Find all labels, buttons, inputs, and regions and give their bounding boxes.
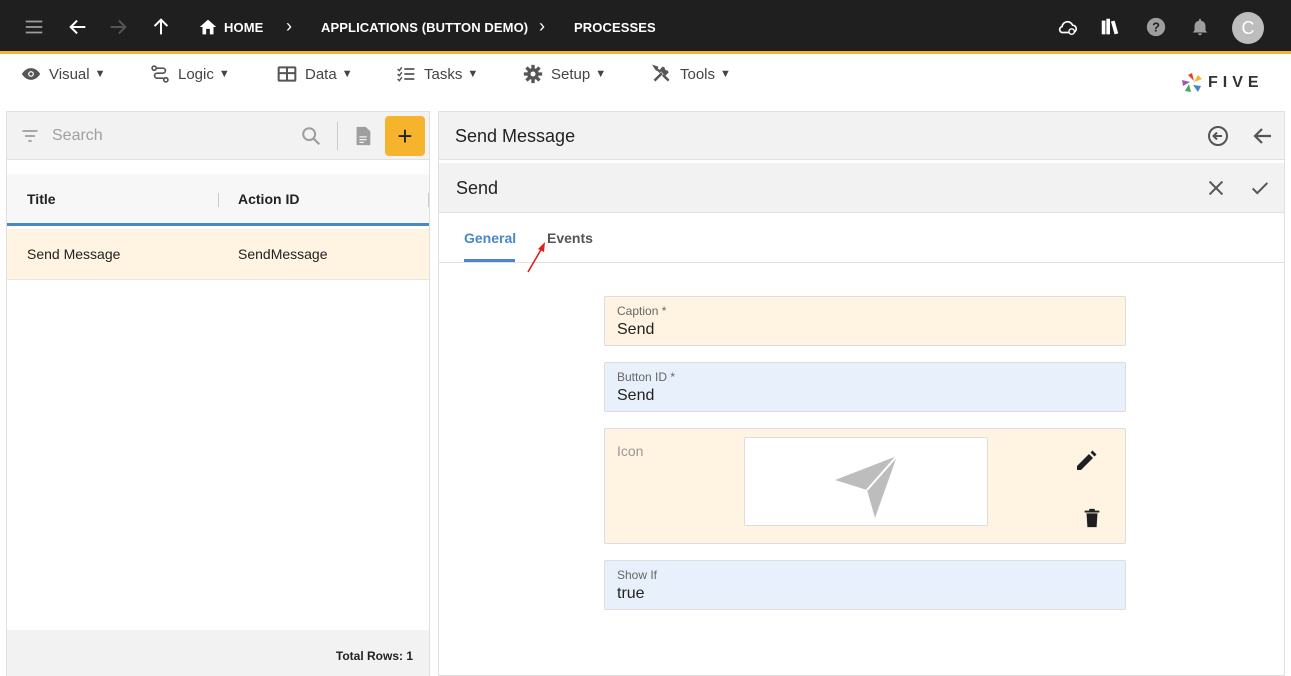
- chevron-right-icon: ›: [539, 16, 545, 36]
- list-panel: Search + Title Action ID Send Message Se…: [6, 111, 430, 676]
- home-icon[interactable]: [197, 16, 219, 38]
- svg-text:?: ?: [1152, 20, 1160, 35]
- button-id-field[interactable]: Button ID * Send: [604, 362, 1126, 412]
- form-header: Send: [439, 163, 1284, 213]
- cell-title: Send Message: [27, 246, 121, 262]
- column-separator: [218, 193, 219, 207]
- library-books-icon[interactable]: [1099, 16, 1121, 38]
- search-input[interactable]: Search: [52, 127, 103, 145]
- check-icon[interactable]: [1249, 177, 1271, 199]
- top-bar: HOME › APPLICATIONS (BUTTON DEMO) › PROC…: [0, 0, 1291, 54]
- annotation-arrow-icon: [527, 242, 545, 273]
- menu-visual[interactable]: Visual ▼: [21, 63, 105, 85]
- tab-general[interactable]: General: [464, 230, 516, 246]
- menu-data-label: Data: [305, 65, 337, 83]
- icon-label: Icon: [617, 443, 644, 459]
- help-icon[interactable]: ?: [1145, 16, 1167, 38]
- detail-panel: Send Message Send General Events Caption…: [438, 111, 1285, 676]
- filter-icon[interactable]: [19, 126, 41, 146]
- caption-label: Caption *: [617, 304, 667, 318]
- table-footer: Total Rows: 1: [7, 630, 429, 676]
- hamburger-menu-icon[interactable]: [23, 16, 45, 38]
- show-if-value: true: [617, 585, 645, 602]
- menu-logic[interactable]: Logic ▼: [150, 63, 230, 85]
- add-record-button[interactable]: +: [385, 116, 425, 156]
- column-header-action-id[interactable]: Action ID: [238, 191, 299, 207]
- chevron-right-icon: ›: [286, 16, 292, 36]
- menu-tasks[interactable]: Tasks ▼: [396, 63, 478, 85]
- active-tab-indicator: [464, 259, 515, 262]
- up-arrow-icon[interactable]: [150, 16, 172, 38]
- column-separator: [428, 193, 429, 207]
- button-id-value: Send: [617, 387, 655, 404]
- logo-text: FIVE: [1208, 74, 1264, 91]
- column-header-title[interactable]: Title: [27, 191, 56, 207]
- five-logo: FIVE: [1180, 71, 1264, 95]
- form-tabs: General Events: [439, 214, 1284, 263]
- breadcrumb-applications[interactable]: APPLICATIONS (BUTTON DEMO): [321, 20, 528, 35]
- show-if-label: Show If: [617, 568, 658, 582]
- button-id-label: Button ID *: [617, 370, 676, 384]
- cell-action-id: SendMessage: [238, 246, 328, 262]
- menu-data[interactable]: Data ▼: [277, 63, 353, 85]
- table-header: Title Action ID: [7, 174, 429, 226]
- table-icon: [277, 66, 297, 82]
- tools-icon: [652, 64, 670, 82]
- document-icon[interactable]: [352, 124, 374, 148]
- form-title: Send: [456, 178, 499, 198]
- back-arrow-icon[interactable]: [1251, 124, 1275, 148]
- record-header: Send Message: [439, 112, 1284, 160]
- divider: [337, 122, 338, 150]
- menu-setup[interactable]: Setup ▼: [523, 63, 606, 85]
- user-avatar[interactable]: C: [1232, 12, 1264, 44]
- caption-field[interactable]: Caption * Send: [604, 296, 1126, 346]
- menu-logic-label: Logic: [178, 65, 214, 83]
- menu-visual-label: Visual: [49, 65, 90, 83]
- caption-value: Send: [617, 321, 655, 338]
- menu-bar: Visual ▼ Logic ▼ Data ▼ Tasks ▼ Setup ▼ Tools…: [0, 57, 1291, 107]
- logic-flow-icon: [151, 65, 169, 83]
- total-rows-count: Total Rows: 1: [335, 649, 413, 663]
- breadcrumb-processes[interactable]: PROCESSES: [574, 20, 656, 35]
- table-row[interactable]: Send Message SendMessage: [7, 229, 429, 280]
- menu-tools[interactable]: Tools ▼: [652, 63, 731, 85]
- edit-pencil-icon[interactable]: [1074, 449, 1098, 473]
- menu-tools-label: Tools: [680, 65, 716, 83]
- forward-arrow-icon[interactable]: [107, 16, 129, 38]
- menu-tasks-label: Tasks: [424, 65, 463, 83]
- back-arrow-icon[interactable]: [67, 16, 89, 38]
- record-title: Send Message: [455, 126, 576, 146]
- icon-preview: [744, 437, 988, 526]
- search-bar: Search +: [7, 112, 429, 160]
- tab-events[interactable]: Events: [547, 230, 593, 246]
- cloud-sync-icon[interactable]: [1057, 16, 1079, 38]
- show-if-field[interactable]: Show If true: [604, 560, 1126, 610]
- eye-icon: [21, 68, 41, 80]
- search-icon[interactable]: [300, 125, 322, 147]
- delete-trash-icon[interactable]: [1081, 506, 1103, 530]
- icon-field: Icon: [604, 428, 1126, 544]
- gear-icon: [523, 64, 543, 84]
- history-back-icon[interactable]: [1206, 124, 1230, 148]
- notifications-bell-icon[interactable]: [1189, 16, 1211, 38]
- menu-setup-label: Setup: [551, 65, 591, 83]
- five-logo-mark-icon: [1182, 73, 1202, 92]
- close-icon[interactable]: [1205, 177, 1227, 199]
- send-icon: [835, 455, 898, 518]
- breadcrumb-home[interactable]: HOME: [224, 20, 263, 35]
- checklist-icon: [397, 66, 415, 82]
